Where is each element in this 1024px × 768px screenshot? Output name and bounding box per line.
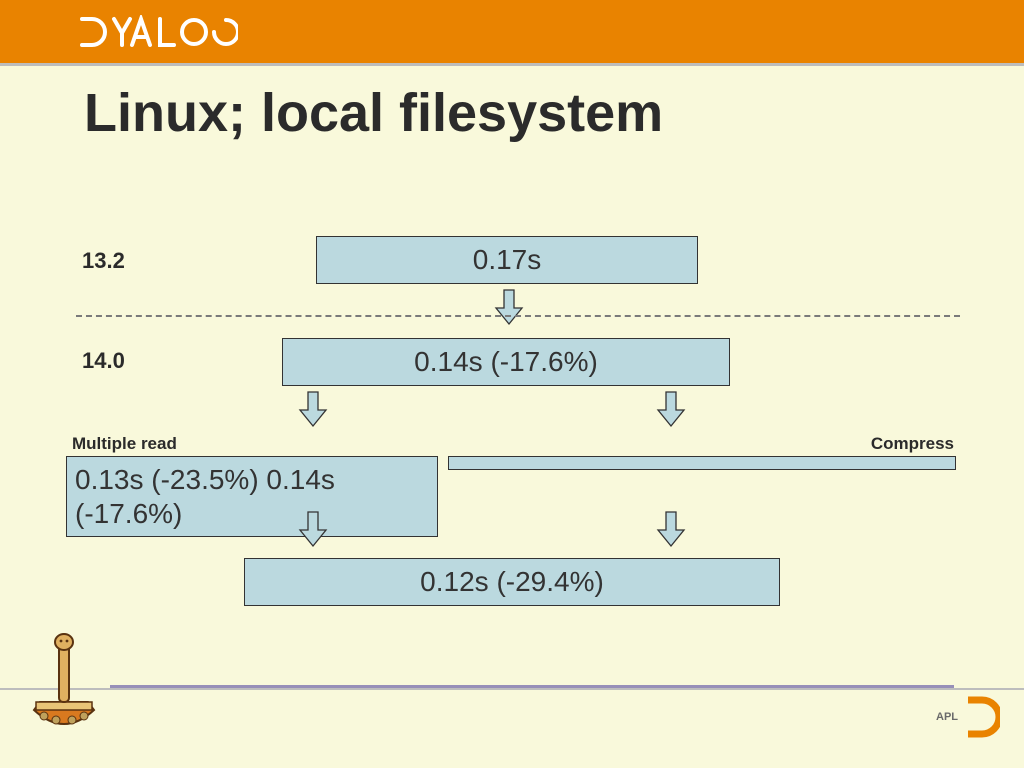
multiread-label: Multiple read [72,434,177,454]
box-multiread: 0.13s (-23.5%) 0.14s (-17.6%) [66,456,438,537]
version-label-132: 13.2 [82,248,125,274]
arrow-down-icon [656,510,686,550]
viking-ship-icon [24,632,104,747]
arrow-down-icon [494,288,524,328]
diagram-canvas: 13.2 0.17s 14.0 0.14s (-17.6%) Multiple … [0,0,1024,768]
footer-rule [0,688,1024,690]
arrow-down-icon [298,510,328,550]
box-compress [448,456,956,470]
compress-label: Compress [871,434,954,454]
box-140-baseline: 0.14s (-17.6%) [282,338,730,386]
footer-rule-accent [110,685,954,688]
version-label-140: 14.0 [82,348,125,374]
apl-logo-icon: APL [936,696,1000,738]
box-combined: 0.12s (-29.4%) [244,558,780,606]
dashed-divider [76,315,960,317]
arrow-down-icon [656,390,686,430]
arrow-down-icon [298,390,328,430]
box-132-baseline: 0.17s [316,236,698,284]
